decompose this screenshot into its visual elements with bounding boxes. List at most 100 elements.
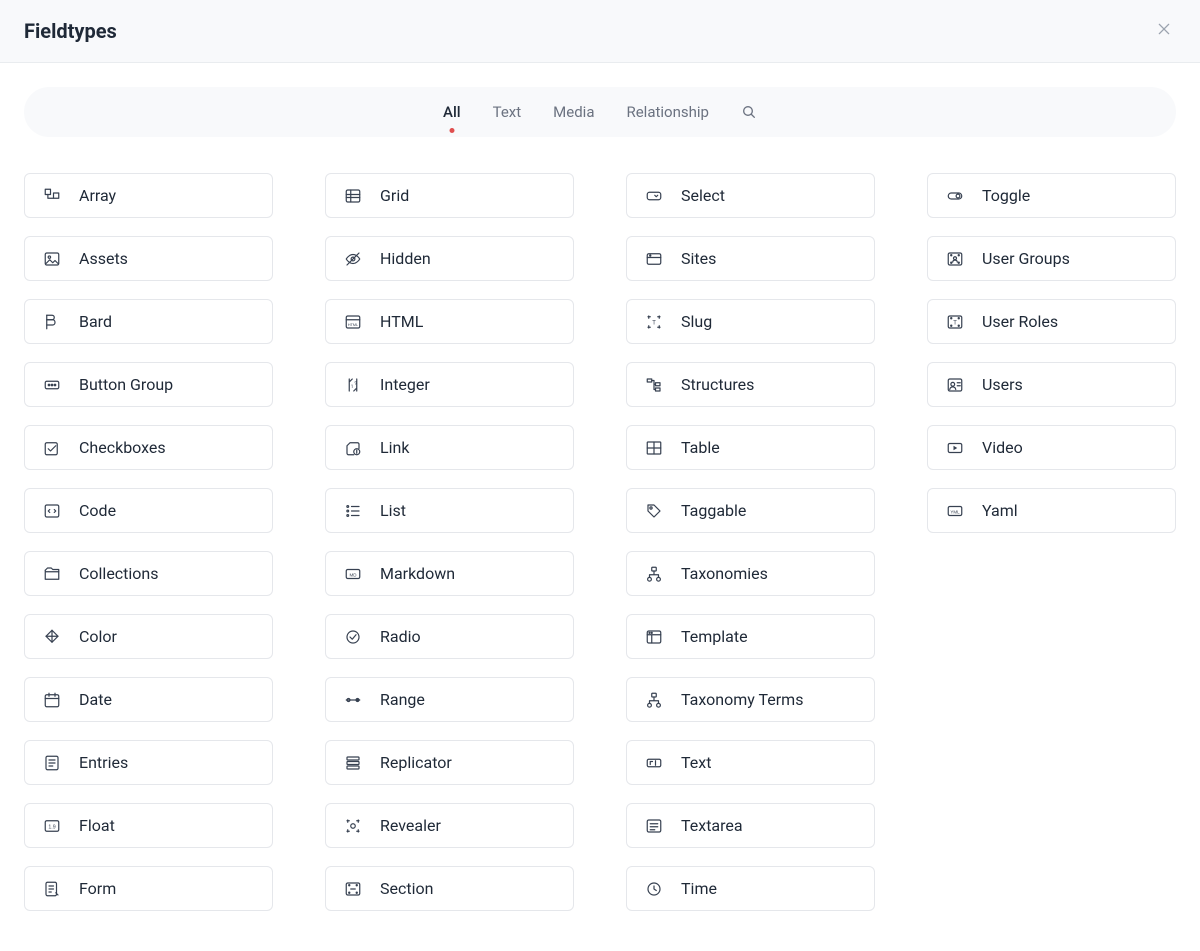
hidden-icon	[344, 250, 362, 268]
replicator-icon	[344, 754, 362, 772]
fieldtype-user-groups[interactable]: User Groups	[927, 236, 1176, 281]
fieldtype-range[interactable]: Range	[325, 677, 574, 722]
fieldtype-label: Float	[79, 816, 115, 835]
fieldtype-replicator[interactable]: Replicator	[325, 740, 574, 785]
fieldtype-taxonomy-terms[interactable]: Taxonomy Terms	[626, 677, 875, 722]
fieldtype-label: Hidden	[380, 249, 431, 268]
tab-relationship[interactable]: Relationship	[626, 97, 708, 127]
date-icon	[43, 691, 61, 709]
fieldtype-color[interactable]: Color	[24, 614, 273, 659]
fieldtype-text[interactable]: Text	[626, 740, 875, 785]
template-icon	[645, 628, 663, 646]
fieldtype-taggable[interactable]: Taggable	[626, 488, 875, 533]
fieldtype-label: Code	[79, 501, 116, 520]
fieldtype-label: User Groups	[982, 249, 1070, 268]
fieldtype-users[interactable]: Users	[927, 362, 1176, 407]
fieldtype-float[interactable]: 1.9 Float	[24, 803, 273, 848]
grid-icon	[344, 187, 362, 205]
fieldtype-array[interactable]: Array	[24, 173, 273, 218]
fieldtype-revealer[interactable]: Revealer	[325, 803, 574, 848]
fieldtype-radio[interactable]: Radio	[325, 614, 574, 659]
svg-text:HTML: HTML	[348, 322, 358, 326]
taxonomy-terms-icon	[645, 691, 663, 709]
time-icon	[645, 880, 663, 898]
svg-text:1: 1	[351, 384, 354, 390]
fieldtype-label: Form	[79, 879, 116, 898]
fieldtype-label: Checkboxes	[79, 438, 166, 457]
fieldtype-bard[interactable]: Bard	[24, 299, 273, 344]
radio-icon	[344, 628, 362, 646]
fieldtype-toggle[interactable]: Toggle	[927, 173, 1176, 218]
tab-text[interactable]: Text	[493, 97, 522, 127]
html-icon: HTML	[344, 313, 362, 331]
fieldtype-label: Date	[79, 690, 112, 709]
fieldtype-sites[interactable]: Sites	[626, 236, 875, 281]
fieldtype-label: Slug	[681, 312, 712, 331]
fieldtype-entries[interactable]: Entries	[24, 740, 273, 785]
array-icon	[43, 187, 61, 205]
fieldtype-label: Time	[681, 879, 717, 898]
search-icon[interactable]	[741, 104, 757, 120]
fieldtype-label: User Roles	[982, 312, 1058, 331]
list-icon	[344, 502, 362, 520]
user-roles-icon: T	[946, 313, 964, 331]
taxonomies-icon	[645, 565, 663, 583]
float-icon: 1.9	[43, 817, 61, 835]
code-icon	[43, 502, 61, 520]
bard-icon	[43, 313, 61, 331]
fieldtype-table[interactable]: Table	[626, 425, 875, 470]
fieldtype-button-group[interactable]: Button Group	[24, 362, 273, 407]
fieldtype-label: Range	[380, 690, 425, 709]
fieldtype-integer[interactable]: 19 Integer	[325, 362, 574, 407]
fieldtype-label: Template	[681, 627, 748, 646]
fieldtype-slug[interactable]: T Slug	[626, 299, 875, 344]
fieldtype-textarea[interactable]: Textarea	[626, 803, 875, 848]
tab-all[interactable]: All	[443, 97, 461, 127]
fieldtype-label: Color	[79, 627, 117, 646]
fieldtype-markdown[interactable]: MD Markdown	[325, 551, 574, 596]
fieldtype-grid[interactable]: Grid	[325, 173, 574, 218]
fieldtype-link[interactable]: Link	[325, 425, 574, 470]
entries-icon	[43, 754, 61, 772]
fieldtype-section[interactable]: Section	[325, 866, 574, 911]
fieldtype-label: Table	[681, 438, 720, 457]
fieldtype-checkboxes[interactable]: Checkboxes	[24, 425, 273, 470]
fieldtype-select[interactable]: Select	[626, 173, 875, 218]
yaml-icon: YML	[946, 502, 964, 520]
fieldtype-date[interactable]: Date	[24, 677, 273, 722]
user-groups-icon	[946, 250, 964, 268]
fieldtype-label: Bard	[79, 312, 112, 331]
fieldtype-label: Radio	[380, 627, 421, 646]
tab-media[interactable]: Media	[553, 97, 594, 127]
fieldtype-html[interactable]: HTML HTML	[325, 299, 574, 344]
fieldtype-code[interactable]: Code	[24, 488, 273, 533]
svg-text:T: T	[953, 319, 957, 326]
fieldtype-label: Users	[982, 375, 1023, 394]
svg-text:MD: MD	[350, 572, 358, 577]
fieldtype-taxonomies[interactable]: Taxonomies	[626, 551, 875, 596]
fieldtype-list[interactable]: List	[325, 488, 574, 533]
fieldtype-user-roles[interactable]: T User Roles	[927, 299, 1176, 344]
fieldtype-hidden[interactable]: Hidden	[325, 236, 574, 281]
fieldtype-label: Video	[982, 438, 1023, 457]
fieldtype-label: List	[380, 501, 406, 520]
fieldtype-video[interactable]: Video	[927, 425, 1176, 470]
fieldtype-yaml[interactable]: YML Yaml	[927, 488, 1176, 533]
svg-text:YML: YML	[950, 509, 960, 514]
filter-tabs: All Text Media Relationship	[24, 87, 1176, 137]
fieldtype-structures[interactable]: Structures	[626, 362, 875, 407]
close-button[interactable]	[1152, 16, 1176, 46]
fieldtype-assets[interactable]: Assets	[24, 236, 273, 281]
taggable-icon	[645, 502, 663, 520]
link-icon	[344, 439, 362, 457]
fieldtype-label: Array	[79, 186, 116, 205]
fieldtype-time[interactable]: Time	[626, 866, 875, 911]
textarea-icon	[645, 817, 663, 835]
fieldtype-form[interactable]: Form	[24, 866, 273, 911]
fieldtype-label: Assets	[79, 249, 128, 268]
fieldtype-collections[interactable]: Collections	[24, 551, 273, 596]
fieldtype-template[interactable]: Template	[626, 614, 875, 659]
table-icon	[645, 439, 663, 457]
fieldtype-label: Select	[681, 186, 725, 205]
page-title: Fieldtypes	[24, 19, 117, 43]
